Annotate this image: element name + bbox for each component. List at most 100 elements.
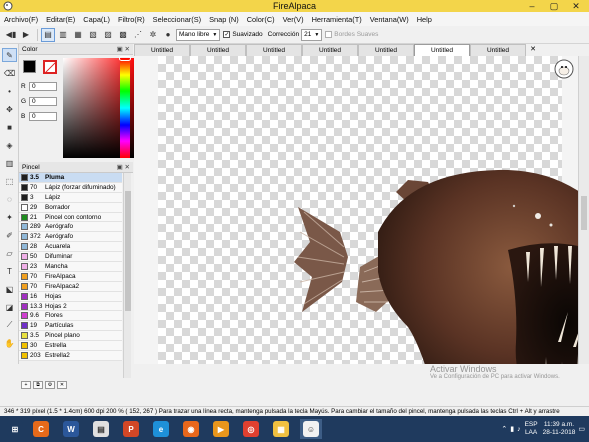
taskbar-chrome[interactable]: ◎ xyxy=(240,419,262,439)
chevron-up-icon[interactable]: ⌃ xyxy=(501,425,507,433)
document-tab[interactable]: Untitled xyxy=(190,44,246,56)
brush-list-item[interactable]: 9.6 Flores xyxy=(19,311,122,322)
brush-list-item[interactable]: 30 Estrella xyxy=(19,341,122,352)
brush-list-item[interactable]: 3 Lápiz xyxy=(19,192,122,203)
notifications-icon[interactable]: ▭ xyxy=(578,425,585,433)
minimize-button[interactable]: – xyxy=(521,0,543,12)
document-tab[interactable]: Untitled xyxy=(302,44,358,56)
soft-edges-checkbox[interactable]: Bordes Suaves xyxy=(325,31,378,38)
taskbar-firefox[interactable]: ◉ xyxy=(180,419,202,439)
brush-list-item[interactable]: 19 Partículas xyxy=(19,321,122,332)
menu-help[interactable]: Help xyxy=(417,15,432,24)
brush-list-item[interactable]: 70 FireAlpaca xyxy=(19,271,122,282)
brush-list-item[interactable]: 70 FireAlpaca2 xyxy=(19,281,122,292)
eyedropper-tool-icon[interactable]: ⟋ xyxy=(2,318,17,332)
magic-wand-tool-icon[interactable]: ✦ xyxy=(2,210,17,224)
taskbar-firealpaca[interactable]: ☺ xyxy=(300,419,322,439)
red-input[interactable]: 0 xyxy=(29,82,57,91)
hand-tool-icon[interactable]: ✋ xyxy=(2,336,17,350)
snap-radial-icon[interactable]: ▨ xyxy=(101,28,115,42)
taskbar-powerpoint[interactable]: P xyxy=(120,419,142,439)
select-tool-icon[interactable]: ⬚ xyxy=(2,174,17,188)
snap-settings-icon[interactable]: ✲ xyxy=(146,28,160,42)
delete-brush-icon[interactable]: ✕ xyxy=(57,381,67,389)
select-pen-tool-icon[interactable]: ✐ xyxy=(2,228,17,242)
menu-snap[interactable]: Snap (N) xyxy=(209,15,239,24)
document-tab[interactable]: Untitled xyxy=(470,44,526,56)
taskbar-file-explorer[interactable]: ▦ xyxy=(270,419,292,439)
eraser-tool-icon[interactable]: ⌫ xyxy=(2,66,17,80)
brush-list-item[interactable]: 28 Acuarela xyxy=(19,242,122,253)
canvas-vertical-scrollbar[interactable] xyxy=(578,56,589,364)
brush-list-item[interactable]: 50 Difuminar xyxy=(19,252,122,263)
brush-settings-icon[interactable]: ⚙ xyxy=(45,381,55,389)
select-eraser-tool-icon[interactable]: ▱ xyxy=(2,246,17,260)
blue-input[interactable]: 0 xyxy=(29,112,57,121)
smooth-checkbox[interactable]: ✓ Suavizado xyxy=(223,31,263,38)
brush-list-item[interactable]: 372 Aerógrafo xyxy=(19,232,122,243)
menu-archivo[interactable]: Archivo(F) xyxy=(4,15,38,24)
text-tool-icon[interactable]: T xyxy=(2,264,17,278)
green-input[interactable]: 0 xyxy=(29,97,57,106)
background-color-swatch[interactable] xyxy=(43,60,57,74)
dot-tool-icon[interactable]: • xyxy=(2,84,17,98)
clock[interactable]: 11:39 a.m. 28-11-2018 xyxy=(543,421,576,437)
lasso-tool-icon[interactable]: ◌ xyxy=(2,192,17,206)
snap-parallel-icon[interactable]: ▥ xyxy=(56,28,70,42)
close-button[interactable]: ✕ xyxy=(565,0,587,12)
duplicate-brush-icon[interactable]: ⧉ xyxy=(33,381,43,389)
taskbar-word[interactable]: W xyxy=(60,419,82,439)
hue-slider[interactable] xyxy=(120,58,130,158)
pen-tool-icon[interactable]: ✎ xyxy=(2,48,17,62)
alpaca-navigator-icon[interactable] xyxy=(554,59,574,79)
gradient-tool-icon[interactable]: ▥ xyxy=(2,156,17,170)
snap-cross-icon[interactable]: ▦ xyxy=(71,28,85,42)
brush-list-item[interactable]: 289 Aerógrafo xyxy=(19,222,122,233)
menu-herramienta[interactable]: Herramienta(T) xyxy=(312,15,362,24)
maximize-button[interactable]: ▢ xyxy=(543,0,565,12)
taskbar-chrome-c[interactable]: C xyxy=(30,419,52,439)
scrollbar-thumb[interactable] xyxy=(125,191,131,311)
document-tab[interactable]: Untitled xyxy=(246,44,302,56)
brush-list-item[interactable]: 21 Pincel con contorno xyxy=(19,212,122,223)
menu-color[interactable]: Color(C) xyxy=(247,15,275,24)
menu-seleccionar[interactable]: Seleccionar(S) xyxy=(153,15,201,24)
language-indicator[interactable]: ESP LAA xyxy=(525,421,538,437)
document-tab[interactable]: Untitled xyxy=(358,44,414,56)
close-tab-icon[interactable]: ✕ xyxy=(529,44,537,56)
canvas-area[interactable] xyxy=(134,56,578,364)
scrollbar-thumb[interactable] xyxy=(581,196,587,230)
hue-slider-handle[interactable] xyxy=(119,56,131,61)
add-brush-icon[interactable]: + xyxy=(21,381,31,389)
menu-capa[interactable]: Capa(L) xyxy=(83,15,110,24)
step-forward-icon[interactable]: ▶ xyxy=(19,28,33,42)
document-tab[interactable]: Untitled xyxy=(134,44,190,56)
step-back-icon[interactable]: ◀▮ xyxy=(4,28,18,42)
snap-curve-icon[interactable]: ⋰ xyxy=(131,28,145,42)
brush-list-item[interactable]: 13.3 Hojas 2 xyxy=(19,301,122,312)
brush-list-item[interactable]: 3.5 Pincel plano xyxy=(19,331,122,342)
brush-list-item[interactable]: 3.5 Pluma xyxy=(19,173,122,183)
network-icon[interactable]: ▮ xyxy=(510,425,514,433)
panel-controls-icon[interactable]: ▣ ✕ xyxy=(117,162,130,173)
operation-tool-icon[interactable]: ⬕ xyxy=(2,282,17,296)
document-tab[interactable]: Untitled xyxy=(414,44,470,56)
menu-ventana[interactable]: Ventana(W) xyxy=(370,15,409,24)
brush-list-item[interactable]: 203 Estrella2 xyxy=(19,351,122,361)
move-tool-icon[interactable]: ✥ xyxy=(2,102,17,116)
menu-filtro[interactable]: Filtro(R) xyxy=(118,15,145,24)
brush-list-item[interactable]: 29 Borrador xyxy=(19,202,122,213)
brush-list-item[interactable]: 16 Hojas xyxy=(19,291,122,302)
fill-rect-tool-icon[interactable]: ■ xyxy=(2,120,17,134)
brush-list-scrollbar[interactable] xyxy=(123,173,131,378)
stroke-mode-select[interactable]: Mano libre ▼ xyxy=(176,28,221,41)
foreground-color-swatch[interactable] xyxy=(23,60,36,73)
brush-list-item[interactable]: 70 Lápiz (forzar difuminado) xyxy=(19,182,122,193)
correction-select[interactable]: 21 ▼ xyxy=(301,28,323,41)
snap-off-icon[interactable]: ▤ xyxy=(41,27,55,42)
taskbar-windows-start[interactable]: ⊞ xyxy=(4,419,26,439)
taskbar-internet-explorer[interactable]: e xyxy=(150,419,172,439)
menu-editar[interactable]: Editar(E) xyxy=(46,15,75,24)
brush-list-item[interactable]: 23 Mancha xyxy=(19,262,122,272)
taskbar-media-player[interactable]: ▶ xyxy=(210,419,232,439)
